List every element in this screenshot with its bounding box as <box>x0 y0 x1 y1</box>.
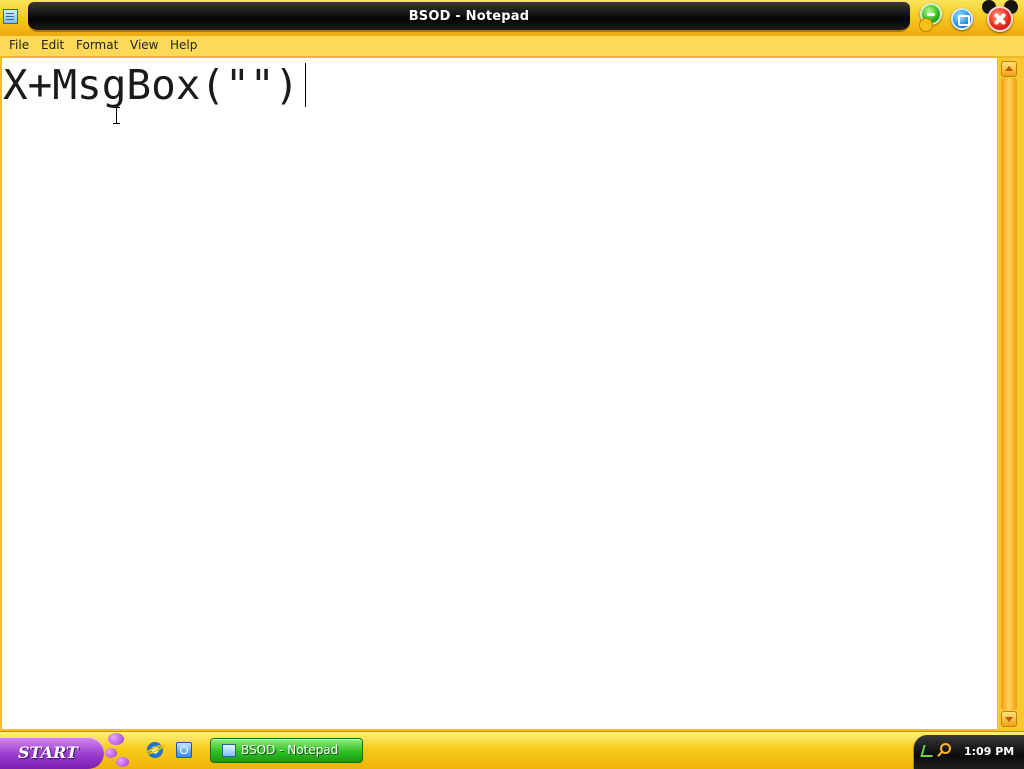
menu-view[interactable]: View <box>129 36 159 56</box>
menu-bar: File Edit Format View Help <box>0 36 1024 57</box>
notepad-icon <box>222 744 236 757</box>
menu-format[interactable]: Format <box>75 36 119 56</box>
system-tray: 1:09 PM <box>913 735 1024 769</box>
start-button[interactable]: START <box>0 737 104 769</box>
close-button[interactable] <box>987 6 1013 32</box>
vertical-scrollbar[interactable] <box>998 58 1024 730</box>
start-decoration <box>105 748 117 758</box>
menu-file[interactable]: File <box>8 36 30 56</box>
start-label: START <box>18 743 78 762</box>
scroll-track[interactable] <box>1001 78 1017 710</box>
taskbar: START BSOD - Notepad 1:09 PM <box>0 731 1024 769</box>
start-decoration <box>116 757 129 767</box>
close-button-group <box>980 0 1020 34</box>
editor-content: X+MsgBox("") <box>3 61 300 109</box>
taskbar-button-label: BSOD - Notepad <box>241 743 339 757</box>
taskbar-button-notepad[interactable]: BSOD - Notepad <box>210 738 363 763</box>
maximize-button[interactable] <box>951 8 973 30</box>
text-caret <box>305 63 307 107</box>
start-decoration <box>108 733 124 745</box>
show-desktop-icon[interactable] <box>176 742 192 758</box>
title-bar[interactable]: BSOD - Notepad <box>0 0 1024 36</box>
scroll-down-button[interactable] <box>1001 711 1017 727</box>
menu-help[interactable]: Help <box>169 36 198 56</box>
search-icon[interactable] <box>940 743 951 754</box>
notepad-icon[interactable] <box>3 9 18 24</box>
clock[interactable]: 1:09 PM <box>964 735 1014 769</box>
window-title: BSOD - Notepad <box>408 9 530 24</box>
text-editor[interactable]: X+MsgBox("") <box>2 58 997 729</box>
internet-explorer-icon[interactable] <box>147 742 163 758</box>
editor-frame: X+MsgBox("") <box>0 57 1024 731</box>
ibeam-cursor-icon <box>113 107 120 124</box>
title-pill: BSOD - Notepad <box>28 2 910 32</box>
network-icon[interactable] <box>920 745 936 757</box>
editor-content-line[interactable]: X+MsgBox("") <box>3 60 307 110</box>
scroll-up-button[interactable] <box>1001 61 1017 77</box>
menu-edit[interactable]: Edit <box>40 36 65 56</box>
minimize-decoration <box>919 18 933 32</box>
